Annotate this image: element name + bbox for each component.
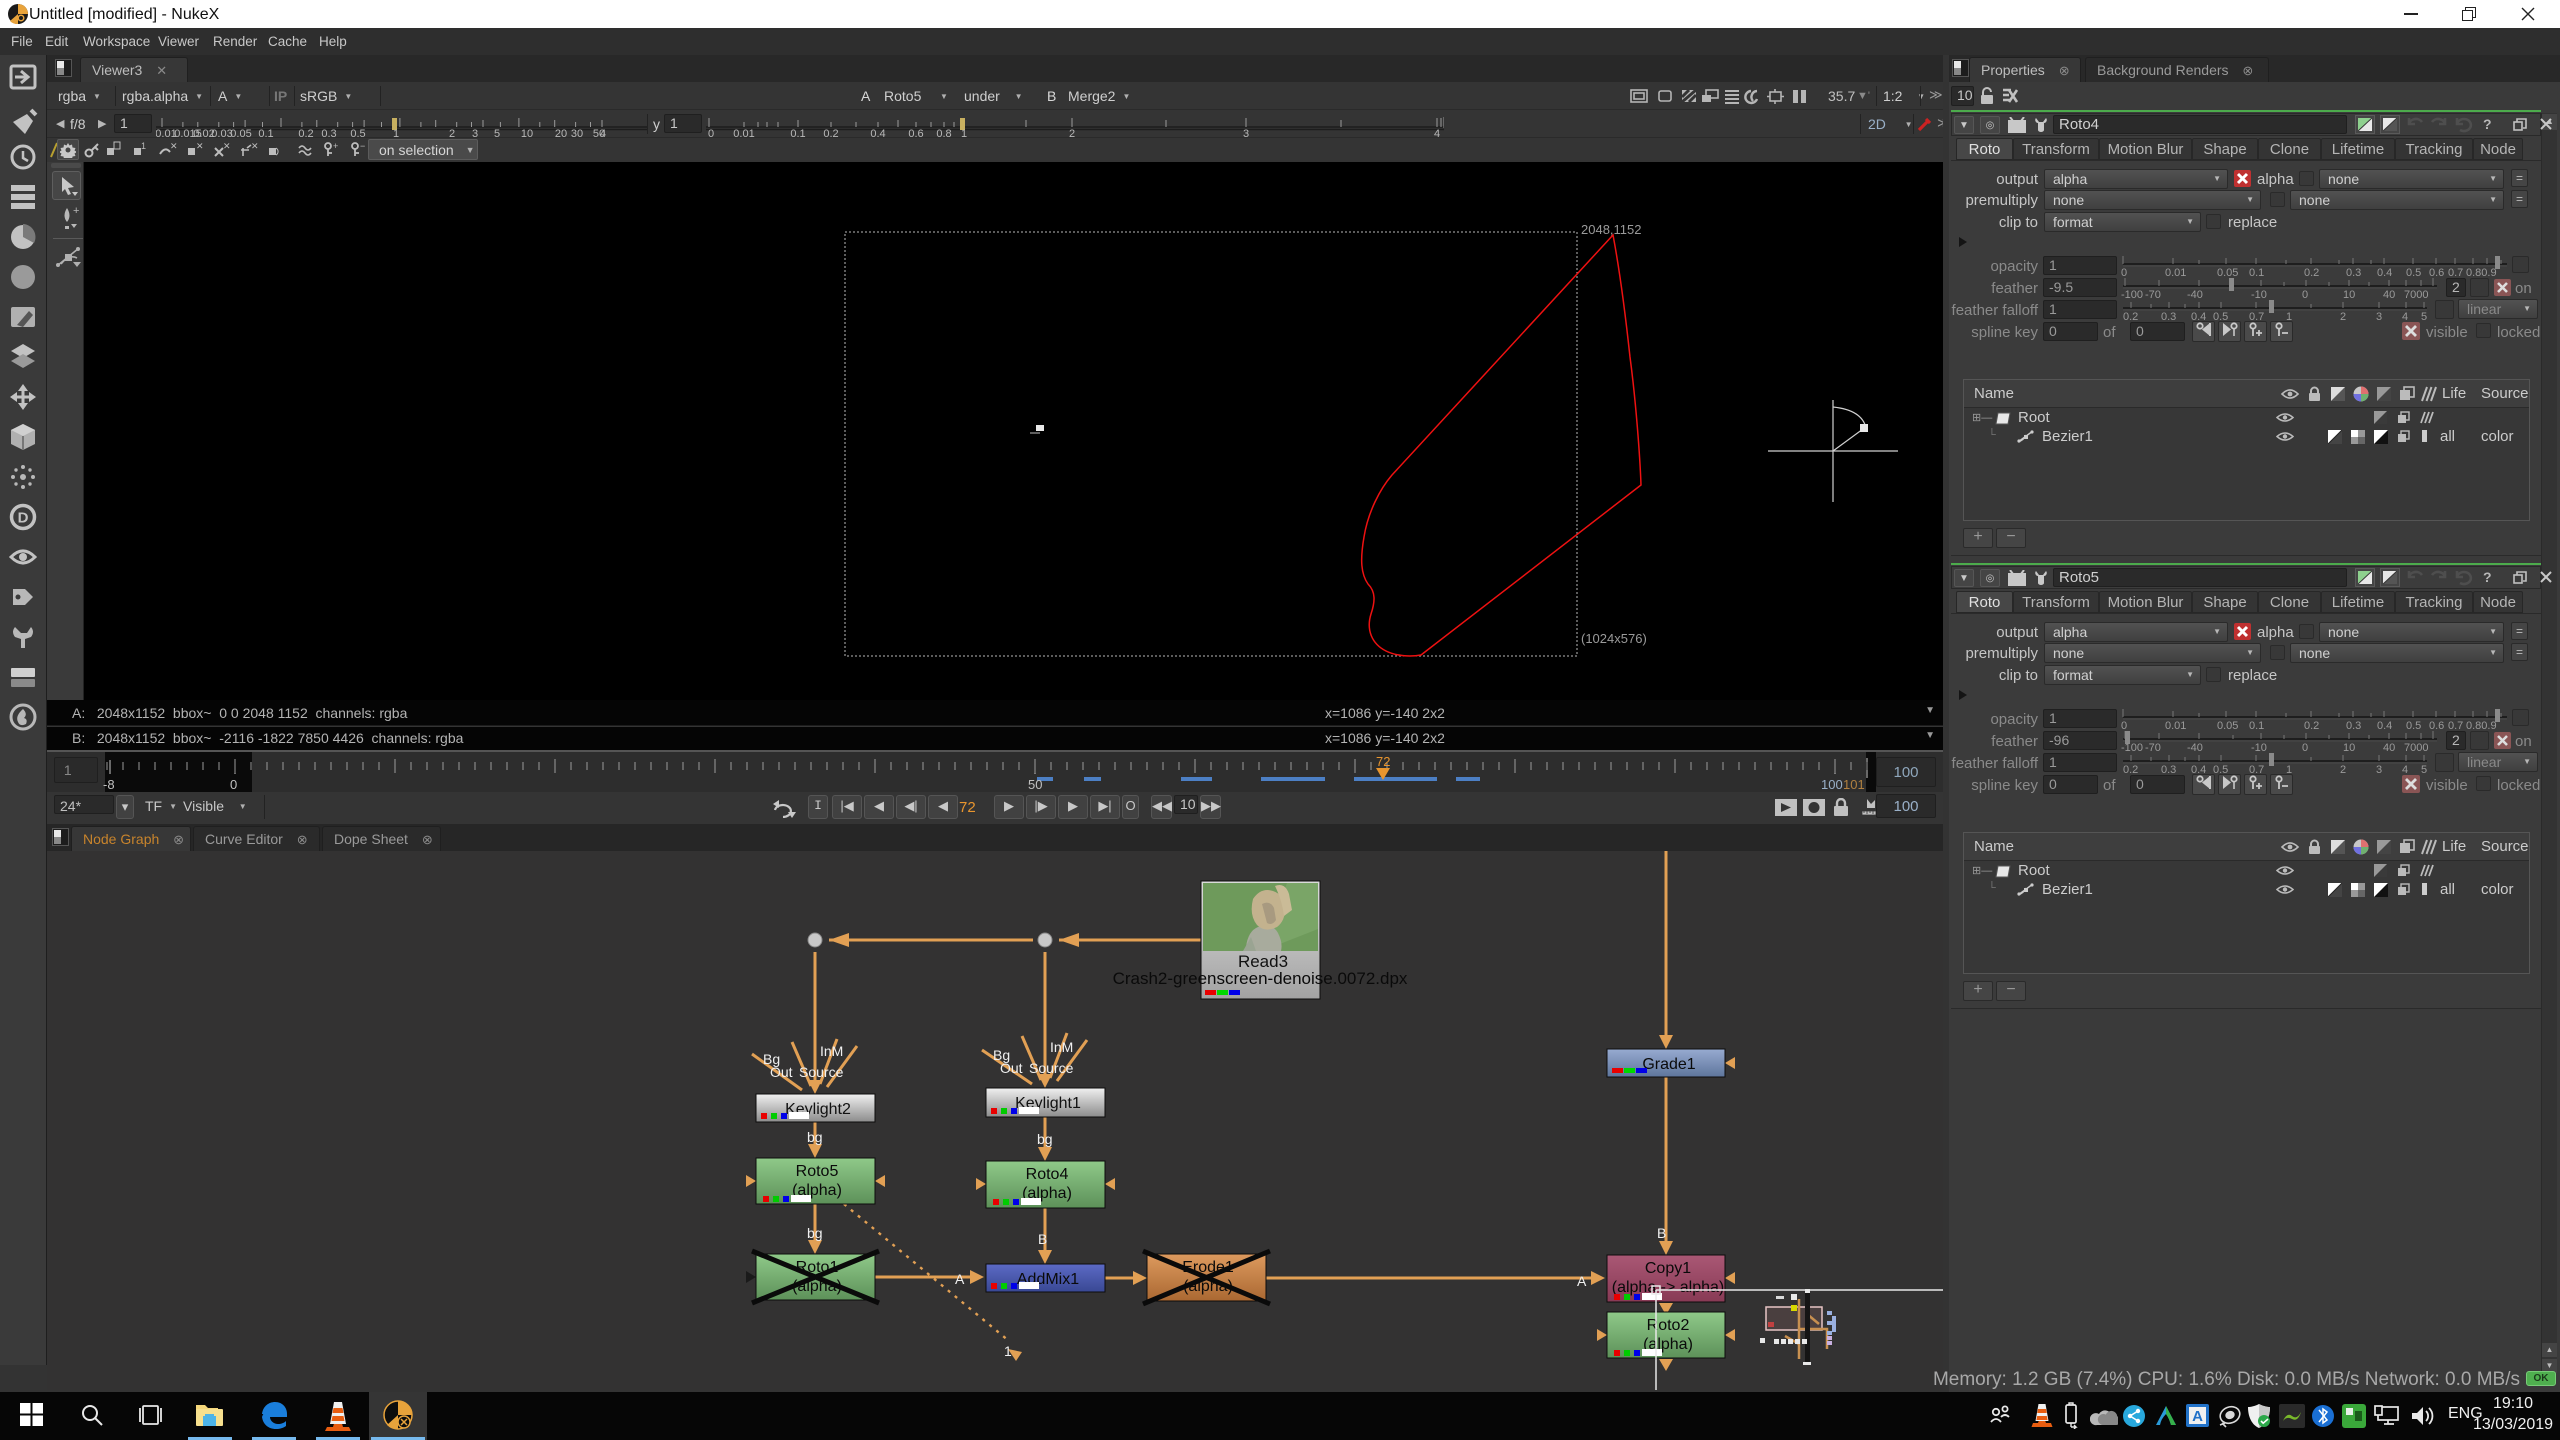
svg-text:0.2: 0.2 — [823, 128, 838, 137]
svg-text:0: 0 — [708, 128, 714, 137]
svg-text:0.3: 0.3 — [321, 128, 336, 137]
svg-text:0.01: 0.01 — [733, 128, 754, 137]
svg-text:D: D — [18, 510, 29, 527]
svg-text:Grade1: Grade1 — [1642, 1056, 1695, 1073]
svg-text:✕: ✕ — [251, 141, 259, 151]
svg-text:3: 3 — [2376, 311, 2382, 322]
svg-text:10: 10 — [521, 128, 533, 137]
svg-text:0.2: 0.2 — [298, 128, 313, 137]
svg-text:0.1: 0.1 — [258, 128, 273, 137]
svg-text:Roto5: Roto5 — [796, 1163, 839, 1180]
svg-text:0.3: 0.3 — [2161, 311, 2176, 322]
svg-text:0: 0 — [230, 777, 237, 792]
svg-text:0.7: 0.7 — [2448, 267, 2463, 278]
svg-text:4: 4 — [600, 128, 606, 137]
svg-text:bg: bg — [807, 1129, 823, 1145]
svg-text:0.8: 0.8 — [936, 128, 951, 137]
svg-text:0.7: 0.7 — [2448, 720, 2463, 731]
svg-text:3: 3 — [1243, 128, 1249, 137]
svg-text:2: 2 — [2340, 311, 2346, 322]
svg-text:5: 5 — [494, 128, 500, 137]
svg-text:2048,1152: 2048,1152 — [1581, 222, 1642, 237]
svg-text:1: 1 — [141, 141, 146, 151]
svg-text:A: A — [955, 1271, 965, 1287]
svg-text:A: A — [1577, 1273, 1587, 1289]
svg-text:100: 100 — [1821, 777, 1843, 792]
svg-text:-8: -8 — [103, 777, 115, 792]
svg-text:A: A — [2192, 1408, 2203, 1425]
svg-text:4: 4 — [2402, 311, 2408, 322]
svg-text:✕: ✕ — [223, 141, 231, 151]
svg-text:Out: Out — [770, 1064, 793, 1080]
svg-text:4: 4 — [1434, 128, 1440, 137]
svg-text:InM: InM — [1050, 1039, 1073, 1055]
svg-text:2: 2 — [2340, 764, 2346, 775]
svg-text:Source: Source — [799, 1064, 844, 1080]
svg-text:+: + — [333, 141, 338, 151]
svg-text:5: 5 — [2421, 764, 2427, 775]
svg-text:3: 3 — [472, 128, 478, 137]
svg-text:B: B — [1657, 1225, 1666, 1241]
svg-text:30: 30 — [571, 128, 583, 137]
svg-text:101: 101 — [1843, 777, 1865, 792]
svg-text:0.3: 0.3 — [2161, 764, 2176, 775]
svg-text:0.2: 0.2 — [2123, 311, 2138, 322]
svg-text:1: 1 — [961, 128, 967, 137]
svg-text:20: 20 — [555, 128, 567, 137]
svg-text:−: − — [360, 141, 365, 151]
svg-text:0.4: 0.4 — [870, 128, 885, 137]
svg-text:(alpha -> alpha): (alpha -> alpha) — [1612, 1279, 1725, 1296]
svg-text:bg: bg — [807, 1225, 823, 1241]
svg-text:Roto4: Roto4 — [1026, 1166, 1069, 1183]
svg-text:✕: ✕ — [170, 141, 178, 151]
svg-text:0.80.9: 0.80.9 — [2466, 267, 2497, 278]
svg-text:bg: bg — [1037, 1131, 1053, 1147]
svg-text:Copy1: Copy1 — [1645, 1260, 1691, 1277]
svg-text:3: 3 — [2376, 764, 2382, 775]
svg-text:2: 2 — [1069, 128, 1075, 137]
svg-text:72: 72 — [1376, 754, 1390, 769]
svg-text:Roto2: Roto2 — [1647, 1317, 1690, 1334]
svg-text:50: 50 — [1028, 777, 1042, 792]
svg-text:1: 1 — [1004, 1343, 1012, 1359]
svg-text:2: 2 — [449, 128, 455, 137]
svg-text:InM: InM — [820, 1043, 843, 1059]
svg-text:(1024x576): (1024x576) — [1581, 631, 1647, 646]
svg-text:0.1: 0.1 — [790, 128, 805, 137]
svg-text:0.6: 0.6 — [908, 128, 923, 137]
svg-text:1: 1 — [393, 128, 399, 137]
svg-text:+: + — [73, 206, 79, 217]
svg-text:0.80.9: 0.80.9 — [2466, 720, 2497, 731]
svg-text:5: 5 — [2421, 311, 2427, 322]
svg-text:Crash2-greenscreen-denoise.007: Crash2-greenscreen-denoise.0072.dpx — [1113, 969, 1408, 988]
svg-text:✕: ✕ — [196, 141, 204, 151]
svg-text:Source: Source — [1029, 1060, 1074, 1076]
svg-text:Out: Out — [1000, 1060, 1023, 1076]
svg-text:0.2: 0.2 — [2123, 764, 2138, 775]
svg-text:B: B — [1038, 1231, 1047, 1247]
svg-text:0.05: 0.05 — [230, 128, 251, 137]
svg-text:0.5: 0.5 — [350, 128, 365, 137]
svg-text:4: 4 — [2402, 764, 2408, 775]
